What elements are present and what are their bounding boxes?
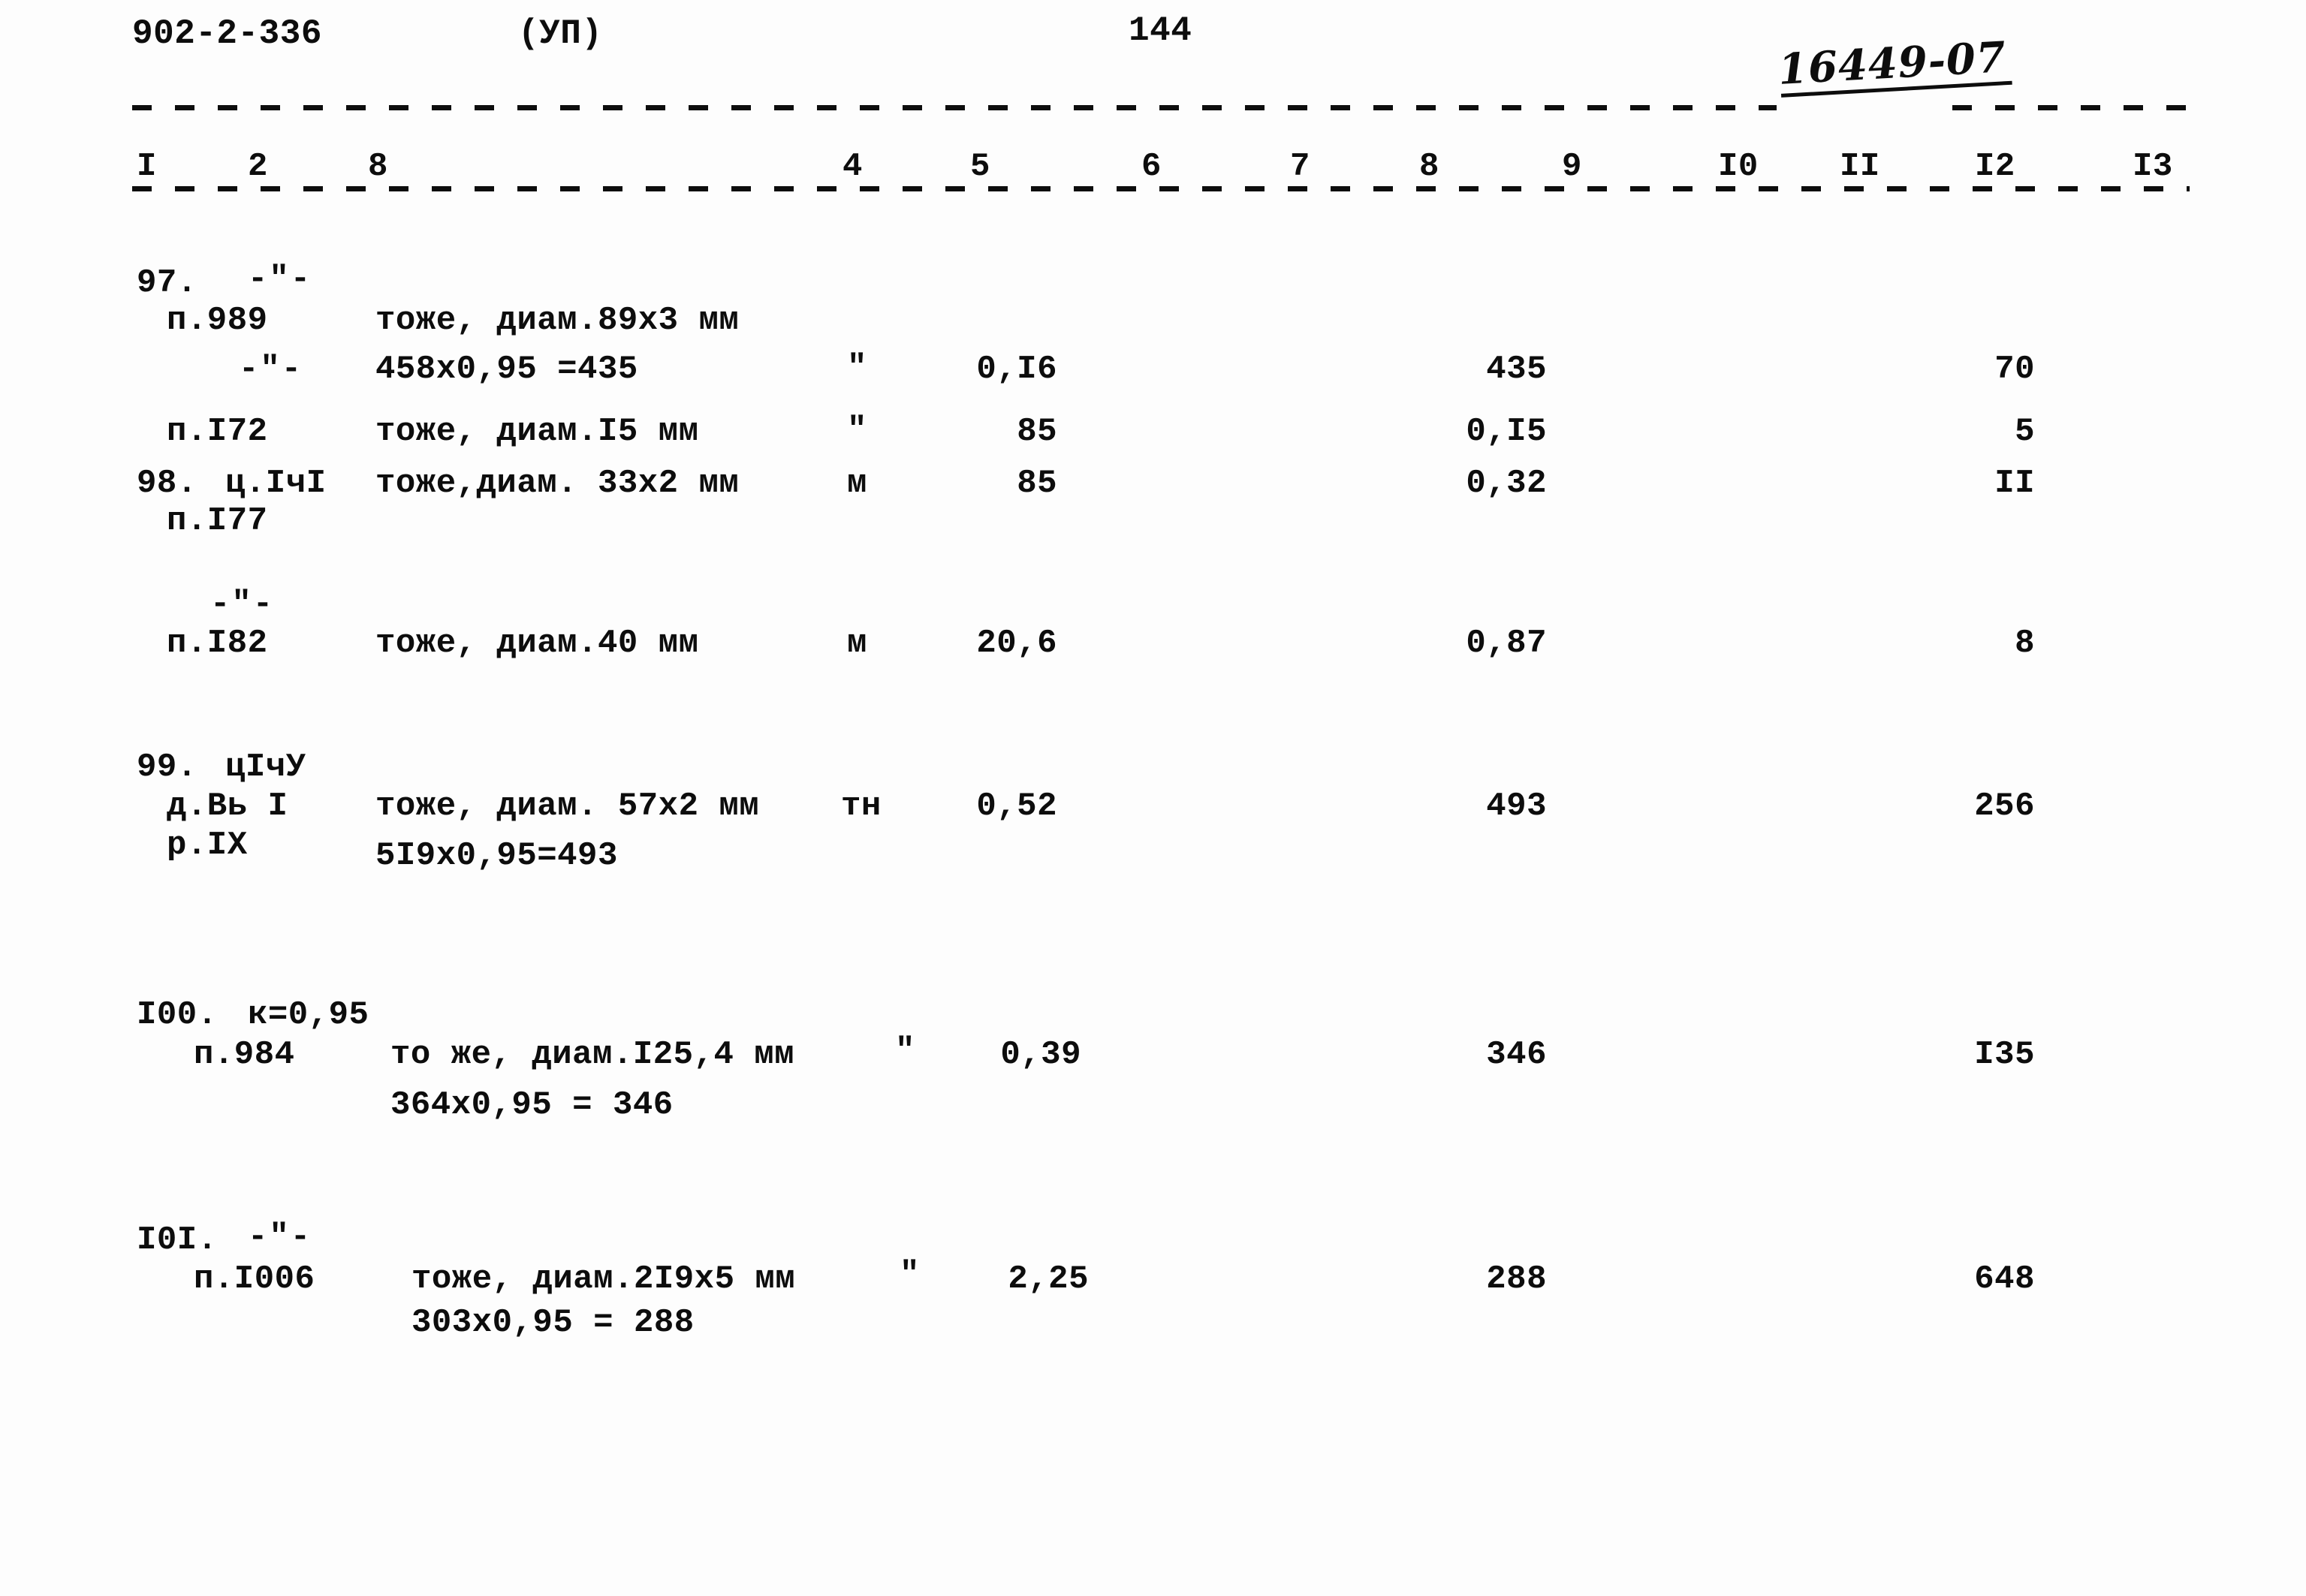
row-98-unit: м	[847, 465, 867, 502]
row-98b-col12: 8	[2015, 625, 2035, 662]
column-number-5: 5	[970, 148, 990, 185]
column-number-9: 9	[1562, 148, 1582, 185]
row-100-description-2: 364х0,95 = 346	[390, 1086, 674, 1124]
row-98b-col9: 0,87	[1466, 625, 1547, 662]
row-97-ref-top: -"-	[248, 260, 312, 298]
row-97-ref-code: п.989	[167, 302, 268, 339]
row-100-qty: 0,39	[1000, 1036, 1081, 1074]
row-99-col12: 256	[1974, 787, 2035, 825]
header-dashed-rule-bottom	[132, 186, 2190, 191]
row-99-col9: 493	[1486, 787, 1547, 825]
row-101-ref-top: -"-	[248, 1218, 312, 1256]
row-99-description-2: 5I9х0,95=493	[375, 837, 618, 875]
row-97c-col9: 0,I5	[1466, 413, 1547, 450]
column-number-12: I2	[1975, 148, 2015, 185]
row-98b-unit: м	[847, 625, 867, 662]
row-97b-unit: "	[847, 349, 867, 387]
volume-marker: (УП)	[518, 14, 603, 53]
row-99-ref-top: цIчУ	[225, 748, 306, 786]
row-97b-col12: 70	[1994, 351, 2035, 388]
row-100-col12: I35	[1974, 1036, 2035, 1074]
row-99-ref-code-b: р.IХ	[167, 827, 248, 864]
row-101-item-no: I0I.	[137, 1221, 218, 1259]
column-number-11: II	[1840, 148, 1880, 185]
column-number-1: I	[137, 148, 157, 185]
row-97c-qty: 85	[1017, 413, 1057, 450]
document-page: 902-2-336 (УП) 144 16449-07 I 2 8 4 5 6 …	[0, 0, 2306, 1596]
row-99-qty: 0,52	[976, 787, 1057, 825]
row-97c-ref-code: п.I72	[167, 413, 268, 450]
row-97b-description: 458х0,95 =435	[375, 351, 638, 388]
row-97-item-no: 97.	[137, 264, 197, 302]
row-101-unit: "	[900, 1256, 920, 1293]
header-dashed-rule-top-right	[1952, 105, 2193, 110]
column-number-3: 8	[368, 148, 388, 185]
row-100-ref-code: п.984	[194, 1036, 295, 1074]
row-101-col9: 288	[1486, 1260, 1547, 1298]
row-98-description: тоже,диам. 33х2 мм	[375, 465, 740, 502]
column-number-7: 7	[1290, 148, 1310, 185]
row-98-qty: 85	[1017, 465, 1057, 502]
row-98-ref-code: п.I77	[167, 502, 268, 540]
row-98-ref-top: ц.IчI	[225, 465, 327, 502]
column-number-8: 8	[1419, 148, 1439, 185]
row-97b-col9: 435	[1486, 351, 1547, 388]
row-98b-description: тоже, диам.40 мм	[375, 625, 699, 662]
row-97b-qty: 0,I6	[976, 351, 1057, 388]
row-97-description: тоже, диам.89х3 мм	[375, 302, 740, 339]
row-101-col12: 648	[1974, 1260, 2035, 1298]
row-99-item-no: 99.	[137, 748, 197, 786]
row-97c-description: тоже, диам.I5 мм	[375, 413, 699, 450]
row-98b-ref-code: п.I82	[167, 625, 268, 662]
row-98b-ref-top: -"-	[210, 586, 275, 623]
row-101-qty: 2,25	[1008, 1260, 1089, 1298]
row-97c-unit: "	[847, 411, 867, 449]
row-100-ref-top: к=0,95	[248, 996, 369, 1034]
column-number-4: 4	[843, 148, 863, 185]
row-100-item-no: I00.	[137, 996, 218, 1034]
row-99-ref-code-a: д.Вь I	[167, 787, 288, 825]
column-number-6: 6	[1141, 148, 1162, 185]
row-98-item-no: 98.	[137, 465, 197, 502]
row-97c-col12: 5	[2015, 413, 2035, 450]
row-99-description: тоже, диам. 57х2 мм	[375, 787, 760, 825]
series-code: 902-2-336	[132, 14, 322, 53]
row-100-col9: 346	[1486, 1036, 1547, 1074]
column-number-2: 2	[248, 148, 268, 185]
row-101-description: тоже, диам.2I9х5 мм	[411, 1260, 796, 1298]
row-101-description-2: 303х0,95 = 288	[411, 1304, 695, 1342]
row-100-unit: "	[895, 1032, 915, 1070]
archive-stamp: 16449-07	[1777, 32, 2008, 95]
column-number-13: I3	[2133, 148, 2173, 185]
column-number-10: I0	[1718, 148, 1759, 185]
row-97b-ref-code: -"-	[239, 351, 303, 388]
row-98-col9: 0,32	[1466, 465, 1547, 502]
row-98b-qty: 20,6	[976, 625, 1057, 662]
page-number: 144	[1129, 11, 1192, 50]
row-100-description: то же, диам.I25,4 мм	[390, 1036, 795, 1074]
row-99-unit: тн	[841, 787, 882, 825]
row-98-col12: II	[1994, 465, 2035, 502]
header-dashed-rule-top	[132, 105, 1777, 110]
row-101-ref-code: п.I006	[194, 1260, 315, 1298]
